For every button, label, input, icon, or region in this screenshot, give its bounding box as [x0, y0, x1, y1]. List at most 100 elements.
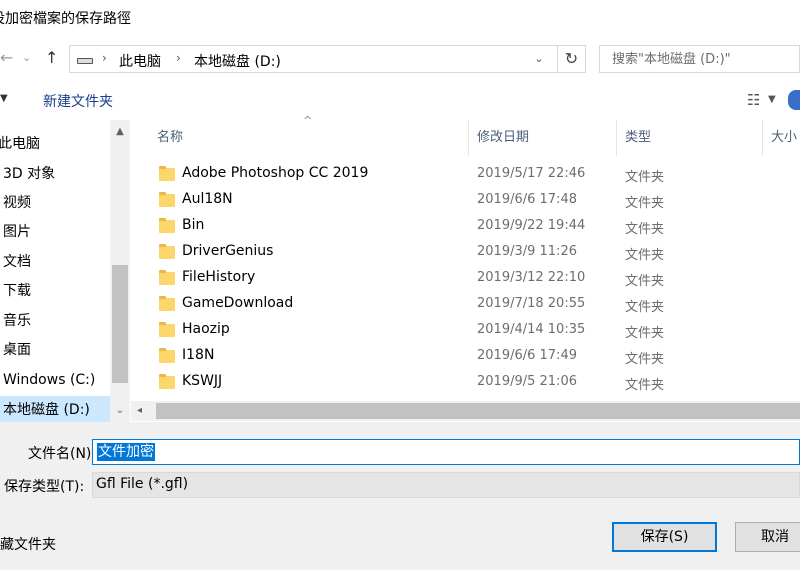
view-dropdown-icon[interactable]: ▼: [768, 94, 776, 105]
file-date: 2019/3/9 11:26: [477, 244, 577, 259]
cancel-button[interactable]: 取消: [735, 522, 800, 552]
file-date: 2019/9/5 21:06: [477, 374, 577, 389]
folder-icon: [159, 296, 175, 311]
file-name: Aul18N: [182, 191, 233, 207]
file-name: DriverGenius: [182, 243, 274, 259]
folder-icon: [159, 218, 175, 233]
nav-item-windows-c[interactable]: Windows (C:): [0, 366, 110, 395]
file-date: 2019/6/6 17:49: [477, 348, 577, 363]
file-name: I18N: [182, 347, 215, 363]
filename-field[interactable]: 文件加密: [92, 439, 800, 465]
file-date: 2019/9/22 19:44: [477, 218, 586, 233]
file-type: 文件夹: [625, 274, 665, 289]
column-header-type[interactable]: 类型: [625, 120, 651, 156]
folder-icon: [159, 244, 175, 259]
file-name: FileHistory: [182, 269, 256, 285]
file-name: Haozip: [182, 321, 230, 337]
save-button[interactable]: 保存(S): [612, 522, 717, 552]
file-type: 文件夹: [625, 222, 665, 237]
column-header-name[interactable]: 名称: [157, 120, 183, 156]
filetype-label: 保存类型(T):: [4, 479, 85, 495]
nav-item-music[interactable]: 音乐: [0, 307, 110, 336]
file-name: KSWJJ: [182, 373, 223, 389]
file-row[interactable]: DriverGenius 2019/3/9 11:26 文件夹: [131, 240, 800, 266]
filename-input[interactable]: 文件加密: [97, 443, 155, 461]
file-date: 2019/4/14 10:35: [477, 322, 586, 337]
column-divider[interactable]: [468, 120, 469, 156]
column-divider[interactable]: [762, 120, 763, 156]
scroll-thumb[interactable]: [112, 265, 128, 383]
file-row[interactable]: Bin 2019/9/22 19:44 文件夹: [131, 214, 800, 240]
address-bar[interactable]: › 此电脑 › 本地磁盘 (D:) ⌄ ↻: [69, 45, 586, 73]
breadcrumb-separator-icon[interactable]: ›: [176, 51, 181, 65]
file-type: 文件夹: [625, 300, 665, 315]
nav-item-downloads[interactable]: 下载: [0, 277, 110, 306]
nav-item-documents[interactable]: 文档: [0, 248, 110, 277]
file-type: 文件夹: [625, 378, 665, 393]
up-arrow-icon[interactable]: ↑: [45, 49, 58, 67]
organize-dropdown-icon[interactable]: ▼: [0, 93, 8, 104]
breadcrumb-separator-icon[interactable]: ›: [102, 51, 107, 65]
nav-item-label: 桌面: [3, 342, 31, 358]
scroll-up-icon[interactable]: ▲: [110, 122, 130, 142]
folder-icon: [159, 322, 175, 337]
filename-label: 文件名(N):: [28, 446, 97, 462]
nav-item-label: 视频: [3, 195, 31, 211]
back-arrow-icon[interactable]: ←: [0, 49, 13, 67]
nav-item-3d-objects[interactable]: 3D 对象: [0, 160, 110, 189]
window-title: 设加密檔案的保存路徑: [0, 11, 131, 27]
nav-item-label: 下载: [3, 283, 31, 299]
column-header-size[interactable]: 大小: [771, 120, 797, 156]
file-date: 2019/6/6 17:48: [477, 192, 577, 207]
nav-item-label: 文档: [3, 254, 31, 270]
folder-icon: [159, 192, 175, 207]
file-row[interactable]: GameDownload 2019/7/18 20:55 文件夹: [131, 292, 800, 318]
folder-icon: [159, 348, 175, 363]
sort-ascending-icon: ^: [303, 114, 313, 127]
file-name: Bin: [182, 217, 205, 233]
filetype-value: Gfl File (*.gfl): [96, 476, 189, 492]
file-type: 文件夹: [625, 326, 665, 341]
column-divider[interactable]: [616, 120, 617, 156]
new-folder-button[interactable]: 新建文件夹: [43, 91, 113, 111]
nav-item-videos[interactable]: 视频: [0, 189, 110, 218]
view-options-icon[interactable]: ☷: [747, 91, 760, 109]
file-row[interactable]: Aul18N 2019/6/6 17:48 文件夹: [131, 188, 800, 214]
recent-locations-chevron-icon[interactable]: ⌄: [22, 49, 31, 67]
nav-item-label: 音乐: [3, 313, 31, 329]
file-type: 文件夹: [625, 196, 665, 211]
breadcrumb-this-pc[interactable]: 此电脑: [119, 51, 161, 71]
nav-item-this-pc[interactable]: 此电脑: [0, 130, 108, 159]
file-list-horizontal-scrollbar[interactable]: ◂: [131, 401, 800, 421]
file-type: 文件夹: [625, 248, 665, 263]
file-row[interactable]: FileHistory 2019/3/12 22:10 文件夹: [131, 266, 800, 292]
nav-item-pictures[interactable]: 图片: [0, 218, 110, 247]
nav-item-label: Windows (C:): [3, 372, 96, 388]
scroll-thumb[interactable]: [156, 403, 800, 419]
help-icon[interactable]: [788, 90, 800, 110]
drive-icon: [77, 58, 93, 64]
breadcrumb-local-disk[interactable]: 本地磁盘 (D:): [194, 51, 281, 71]
refresh-icon[interactable]: ↻: [557, 46, 585, 72]
file-date: 2019/7/18 20:55: [477, 296, 586, 311]
nav-item-desktop[interactable]: 桌面: [0, 336, 110, 365]
nav-item-local-disk-d[interactable]: 本地磁盘 (D:): [0, 396, 110, 425]
search-box[interactable]: [599, 45, 800, 73]
file-row[interactable]: I18N 2019/6/6 17:49 文件夹: [131, 344, 800, 370]
scroll-down-icon[interactable]: ⌄: [110, 401, 130, 421]
file-row[interactable]: Adobe Photoshop CC 2019 2019/5/17 22:46 …: [131, 162, 800, 188]
nav-vertical-scrollbar[interactable]: ▲ ⌄: [110, 120, 130, 422]
address-dropdown-icon[interactable]: ⌄: [529, 46, 549, 72]
nav-item-label: 图片: [3, 224, 31, 240]
scroll-left-icon[interactable]: ◂: [137, 401, 142, 421]
file-row[interactable]: Haozip 2019/4/14 10:35 文件夹: [131, 318, 800, 344]
search-input[interactable]: [600, 46, 799, 72]
filetype-select[interactable]: Gfl File (*.gfl): [92, 472, 800, 498]
hide-folders-toggle[interactable]: 隐藏文件夹: [0, 534, 56, 554]
file-date: 2019/5/17 22:46: [477, 166, 586, 181]
nav-item-label: 3D 对象: [3, 166, 56, 182]
file-row[interactable]: KSWJJ 2019/9/5 21:06 文件夹: [131, 370, 800, 396]
title-bar: 设加密檔案的保存路徑: [0, 0, 800, 36]
column-header-date[interactable]: 修改日期: [477, 120, 529, 156]
file-name: Adobe Photoshop CC 2019: [182, 165, 369, 181]
